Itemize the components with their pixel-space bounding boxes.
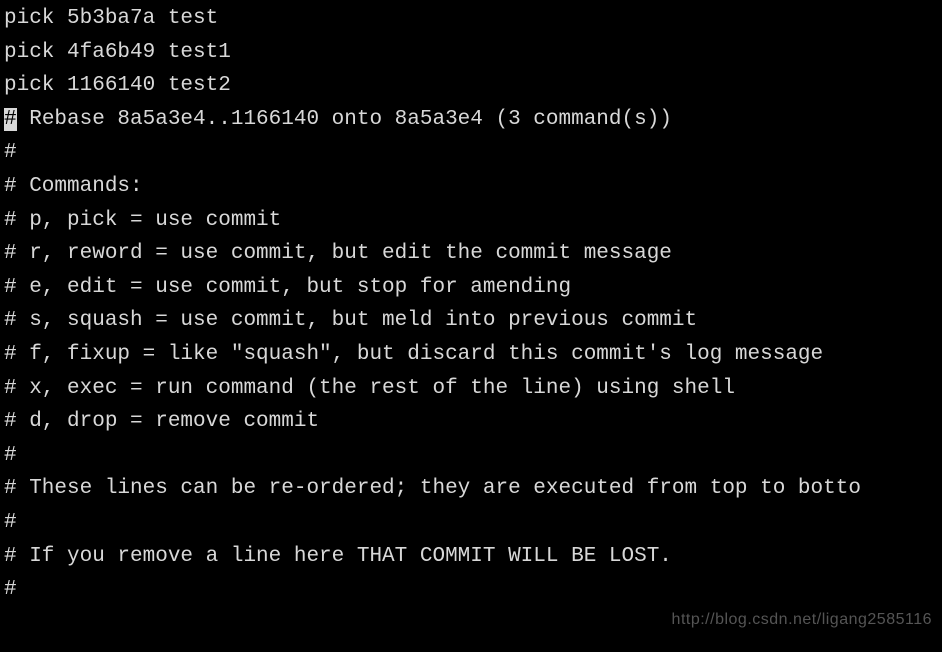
comment-edit-help[interactable]: # e, edit = use commit, but stop for ame… <box>4 271 938 305</box>
watermark-text: http://blog.csdn.net/ligang2585116 <box>672 607 932 633</box>
comment-line[interactable]: # <box>4 136 938 170</box>
comment-rebase-info[interactable]: # Rebase 8a5a3e4..1166140 onto 8a5a3e4 (… <box>4 103 938 137</box>
pick-line-3[interactable]: pick 1166140 test2 <box>4 69 938 103</box>
comment-pick-help[interactable]: # p, pick = use commit <box>4 204 938 238</box>
cursor-position: # <box>4 108 17 131</box>
comment-reword-help[interactable]: # r, reword = use commit, but edit the c… <box>4 237 938 271</box>
comment-drop-help[interactable]: # d, drop = remove commit <box>4 405 938 439</box>
comment-commands-header[interactable]: # Commands: <box>4 170 938 204</box>
comment-exec-help[interactable]: # x, exec = run command (the rest of the… <box>4 372 938 406</box>
pick-line-2[interactable]: pick 4fa6b49 test1 <box>4 36 938 70</box>
git-rebase-editor[interactable]: pick 5b3ba7a test pick 4fa6b49 test1 pic… <box>4 2 938 607</box>
comment-squash-help[interactable]: # s, squash = use commit, but meld into … <box>4 304 938 338</box>
rebase-info-text: Rebase 8a5a3e4..1166140 onto 8a5a3e4 (3 … <box>17 108 672 131</box>
comment-remove-warning[interactable]: # If you remove a line here THAT COMMIT … <box>4 540 938 574</box>
comment-reorder-help[interactable]: # These lines can be re-ordered; they ar… <box>4 472 938 506</box>
comment-line[interactable]: # <box>4 573 938 607</box>
pick-line-1[interactable]: pick 5b3ba7a test <box>4 2 938 36</box>
comment-fixup-help[interactable]: # f, fixup = like "squash", but discard … <box>4 338 938 372</box>
comment-line[interactable]: # <box>4 439 938 473</box>
comment-line[interactable]: # <box>4 506 938 540</box>
